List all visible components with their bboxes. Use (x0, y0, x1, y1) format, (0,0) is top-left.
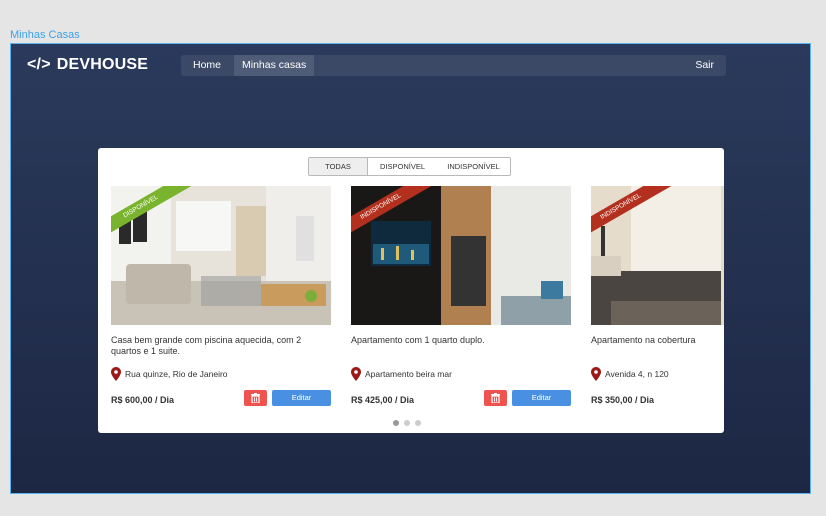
nav-minhas-casas[interactable]: Minhas casas (234, 55, 315, 76)
house-photo[interactable]: INDISPONÍVEL (351, 186, 571, 325)
code-icon: </> (27, 56, 51, 73)
trash-icon (251, 393, 260, 403)
filter-tabs: TODAS DISPONÍVEL INDISPONÍVEL (308, 157, 511, 176)
listing-footer: R$ 425,00 / Dia Editar (351, 390, 571, 406)
tab-todas[interactable]: TODAS (309, 158, 368, 175)
app-frame: </> DEVHOUSE Home Minhas casas Sair TODA… (10, 43, 811, 494)
carousel-dot[interactable] (404, 420, 410, 426)
nav-home[interactable]: Home (185, 55, 229, 76)
house-description: Apartamento na cobertura (591, 335, 696, 345)
listing-card: INDISPONÍVEL Apartamento com 1 quarto du… (351, 186, 571, 406)
address-text: Rua quinze, Rio de Janeiro (125, 369, 228, 379)
listing-card: INDISPONÍVEL Apartamento na cobertura Av… (591, 186, 724, 406)
house-price: R$ 600,00 / Dia (111, 395, 175, 405)
house-address: Apartamento beira mar (351, 367, 571, 381)
location-pin-icon (591, 367, 601, 381)
house-description: Casa bem grande com piscina aquecida, co… (111, 335, 302, 356)
edit-button[interactable]: Editar (512, 390, 571, 406)
tab-indisponivel[interactable]: INDISPONÍVEL (437, 158, 510, 175)
location-pin-icon (351, 367, 361, 381)
houses-card: TODAS DISPONÍVEL INDISPONÍVEL DISPONÍVEL… (98, 148, 724, 433)
house-photo[interactable]: INDISPONÍVEL (591, 186, 724, 325)
logo-text: DEVHOUSE (56, 56, 149, 73)
nav-sair[interactable]: Sair (687, 55, 722, 76)
house-address: Rua quinze, Rio de Janeiro (111, 367, 331, 381)
location-pin-icon (111, 367, 121, 381)
listing-card: DISPONÍVEL Casa bem grande com piscina a… (111, 186, 331, 406)
address-text: Apartamento beira mar (365, 369, 452, 379)
trash-icon (491, 393, 500, 403)
frame-label: Minhas Casas (10, 29, 80, 41)
edit-button[interactable]: Editar (272, 390, 331, 406)
navbar: Home Minhas casas Sair (181, 55, 726, 76)
logo[interactable]: </> DEVHOUSE (27, 56, 148, 74)
carousel-dot[interactable] (393, 420, 399, 426)
carousel-dots (393, 420, 421, 426)
house-price: R$ 350,00 / Dia (591, 395, 655, 405)
address-text: Avenida 4, n 120 (605, 369, 669, 379)
house-price: R$ 425,00 / Dia (351, 395, 415, 405)
tab-disponivel[interactable]: DISPONÍVEL (368, 158, 437, 175)
delete-button[interactable] (244, 390, 267, 406)
house-address: Avenida 4, n 120 (591, 367, 724, 381)
listing-footer: R$ 350,00 / Dia (591, 390, 724, 406)
listing-footer: R$ 600,00 / Dia Editar (111, 390, 331, 406)
house-photo[interactable]: DISPONÍVEL (111, 186, 331, 325)
house-description: Apartamento com 1 quarto duplo. (351, 335, 485, 345)
delete-button[interactable] (484, 390, 507, 406)
carousel-dot[interactable] (415, 420, 421, 426)
